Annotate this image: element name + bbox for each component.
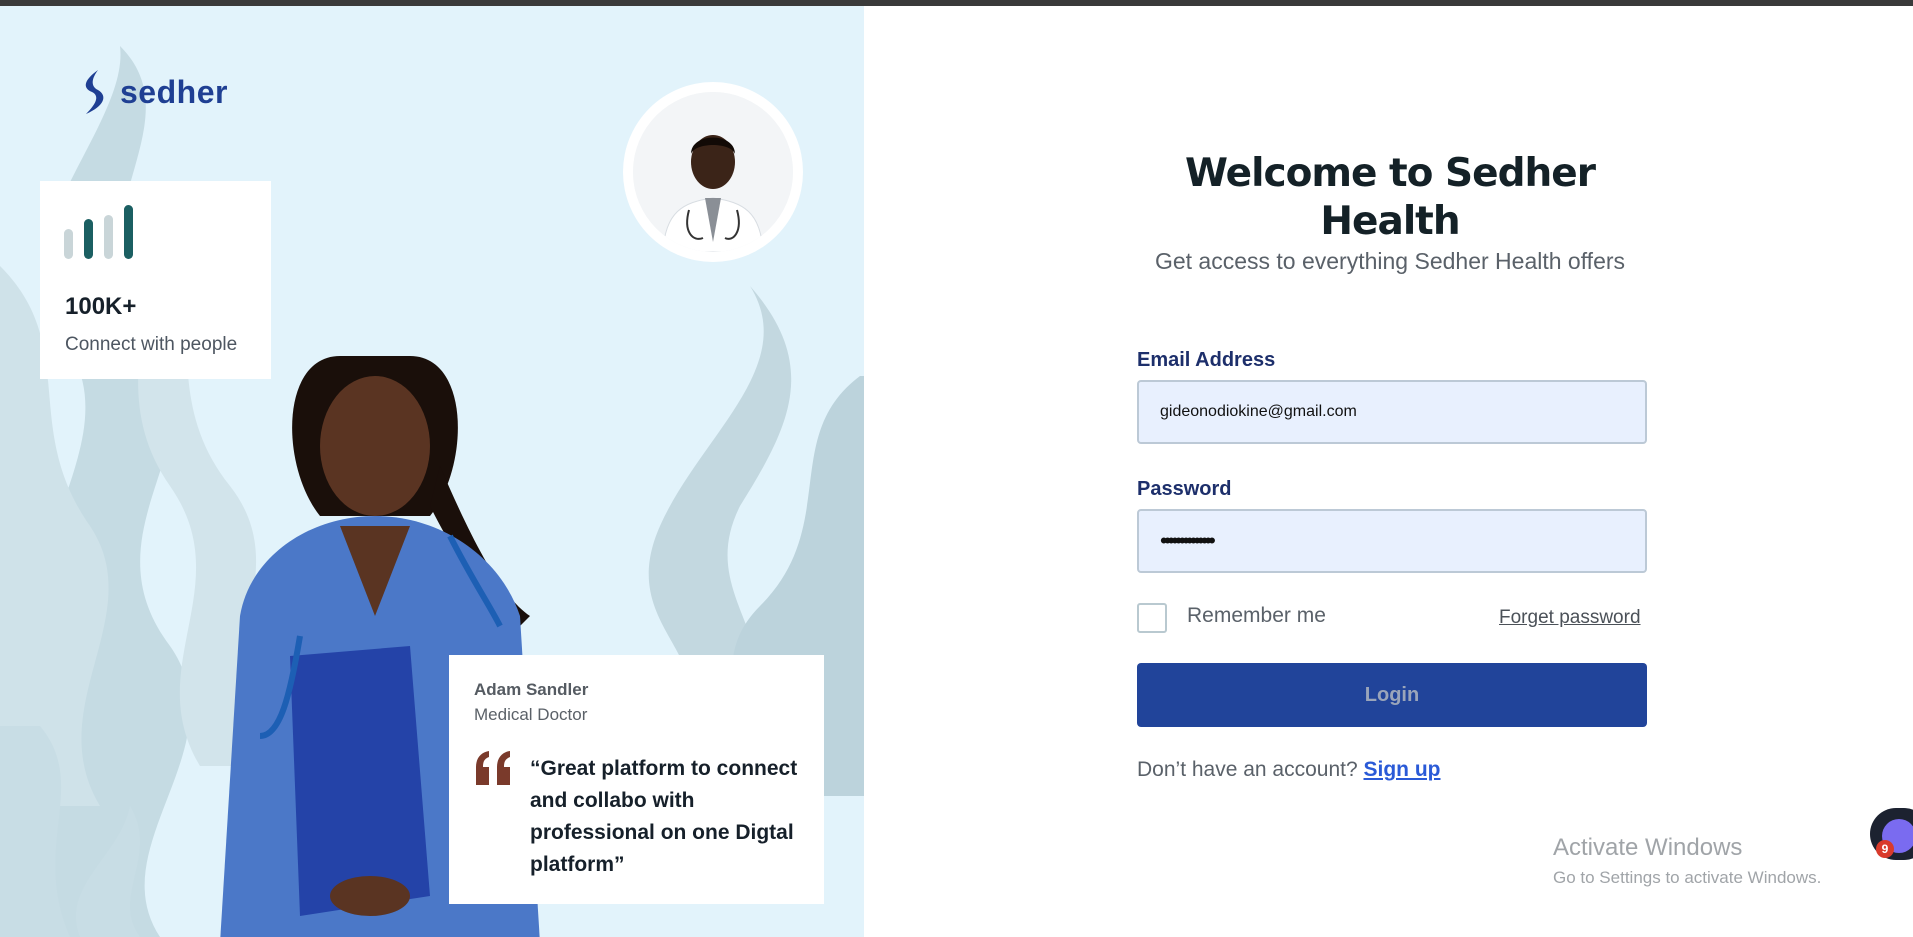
watermark-subtitle: Go to Settings to activate Windows.: [1553, 868, 1822, 887]
remember-me-checkbox[interactable]: [1137, 603, 1167, 633]
testimonial-role: Medical Doctor: [474, 705, 588, 724]
login-button[interactable]: Login: [1137, 663, 1647, 727]
doctor-photo: [633, 92, 793, 252]
hero-panel: sedher 100K+ Connect with people Adam Sa…: [0, 6, 864, 937]
page-subtitle: Get access to everything Sedher Health o…: [1154, 248, 1626, 274]
windows-activation-watermark: Activate Windows Go to Settings to activ…: [1553, 834, 1821, 888]
no-account-text: Don’t have an account?: [1137, 758, 1358, 781]
brand-name: sedher: [120, 73, 228, 110]
testimonial-card: Adam Sandler Medical Doctor “Great platf…: [449, 655, 824, 904]
doctor-avatar: [633, 92, 793, 252]
testimonial-name: Adam Sandler: [474, 680, 589, 699]
stats-value: 100K+: [65, 293, 137, 320]
chat-notification-badge: 9: [1876, 840, 1894, 858]
quote-mark-icon: [476, 751, 510, 785]
remember-me-label[interactable]: Remember me: [1187, 604, 1326, 628]
email-label: Email Address: [1137, 349, 1276, 371]
email-field[interactable]: gideonodiokine@gmail.com: [1137, 380, 1647, 444]
testimonial-quote: “Great platform to connect and collabo w…: [530, 757, 798, 876]
sedher-logo-icon: [85, 70, 104, 114]
page-title: Welcome to Sedher Health: [1185, 151, 1596, 244]
watermark-title: Activate Windows: [1553, 834, 1743, 861]
forget-password-link[interactable]: Forget password: [1499, 607, 1641, 629]
signal-bars-icon: [64, 205, 133, 259]
brand-logo[interactable]: sedher: [78, 68, 228, 116]
signup-link[interactable]: Sign up: [1364, 758, 1441, 781]
password-field[interactable]: ••••••••••••••: [1137, 509, 1647, 573]
signup-prompt: Don’t have an account? Sign up: [1137, 758, 1441, 782]
password-label: Password: [1137, 478, 1232, 500]
